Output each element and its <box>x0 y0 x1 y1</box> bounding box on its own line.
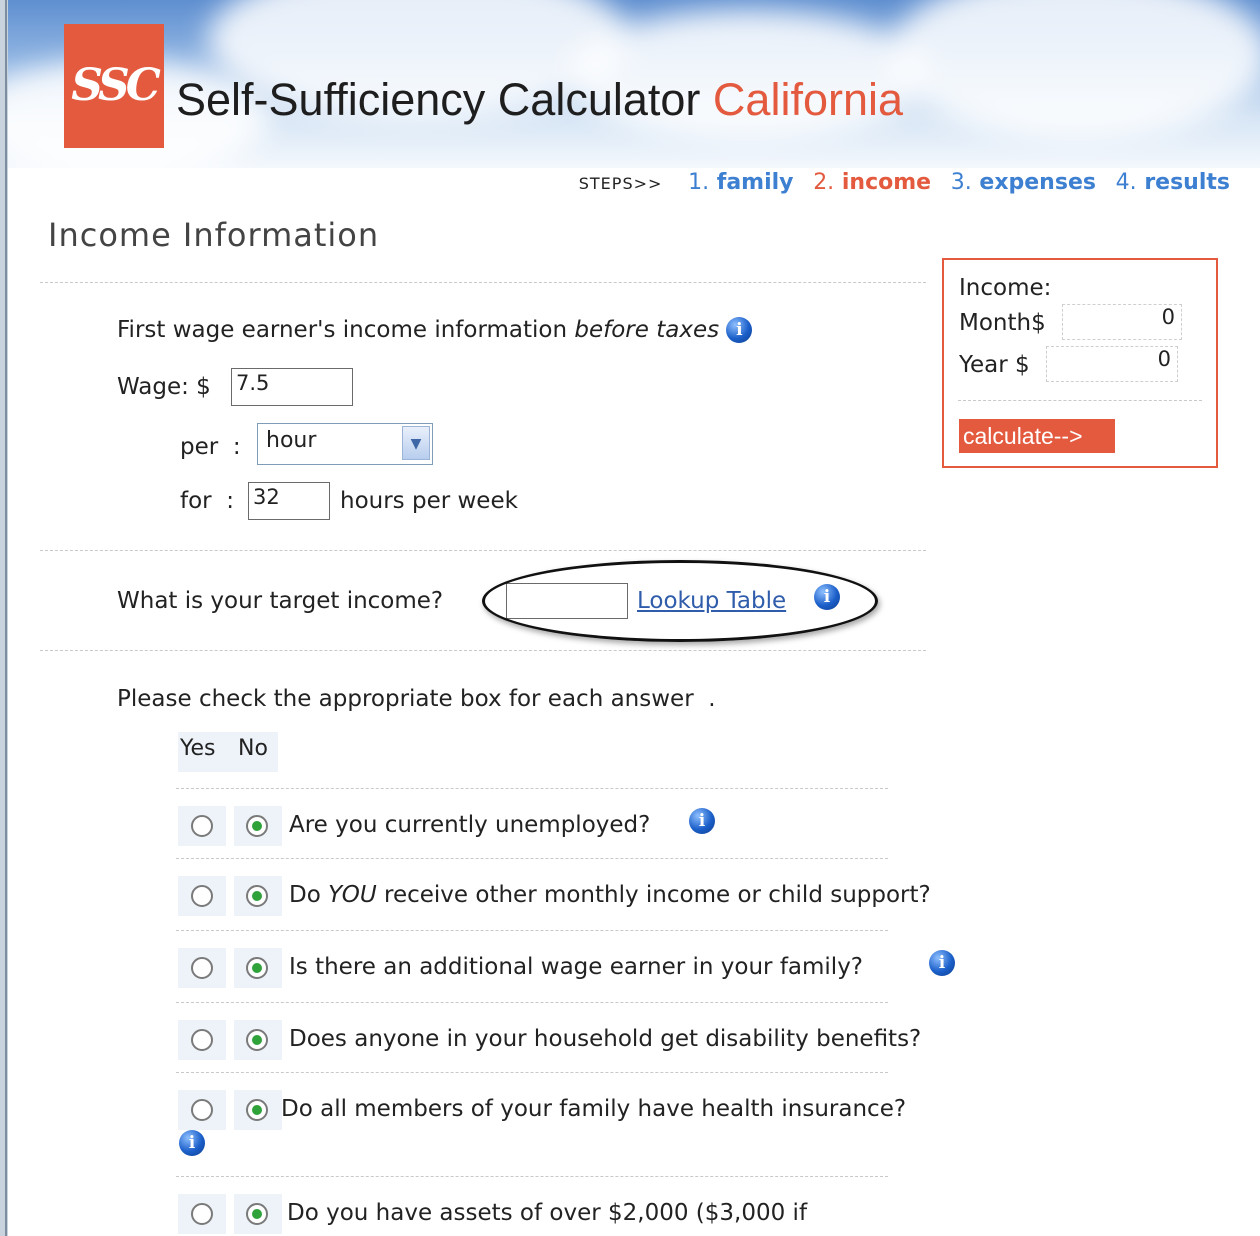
no-cell <box>234 948 282 988</box>
info-icon[interactable]: i <box>689 808 715 834</box>
no-cell <box>234 806 282 846</box>
page-title: Income Information <box>48 216 380 254</box>
per-select[interactable]: hour ▼ <box>257 423 433 465</box>
q-disability-yes-radio[interactable] <box>191 1029 213 1051</box>
highlight-annotation <box>482 560 878 642</box>
divider <box>176 1176 888 1177</box>
site-title: Self-Sufficiency Calculator California <box>176 74 904 125</box>
question-text: Does anyone in your household get disabi… <box>289 1026 922 1052</box>
divider <box>176 1072 888 1073</box>
for-label: for : <box>180 488 234 514</box>
divider <box>176 930 888 931</box>
q-health-insurance-no-radio[interactable] <box>246 1099 268 1121</box>
target-question: What is your target income? <box>117 588 444 614</box>
hours-input[interactable]: 32 <box>248 482 330 520</box>
q-assets-yes-radio[interactable] <box>191 1203 213 1225</box>
divider <box>176 858 888 859</box>
divider <box>40 550 926 551</box>
info-icon[interactable]: i <box>179 1130 205 1156</box>
question-text: Is there an additional wage earner in yo… <box>289 954 864 980</box>
divider <box>176 788 888 789</box>
steps-label: STEPS>> <box>578 174 663 193</box>
wage-intro: First wage earner's income information b… <box>117 317 753 343</box>
no-cell <box>234 1194 282 1234</box>
yes-cell <box>178 1194 226 1234</box>
hours-suffix: hours per week <box>340 488 518 514</box>
site-title-state: California <box>712 74 904 125</box>
q-unemployed-yes-radio[interactable] <box>191 815 213 837</box>
wage-input[interactable]: 7.5 <box>231 368 353 406</box>
step-family[interactable]: 1. family <box>688 170 793 195</box>
question-text: Are you currently unemployed? <box>289 812 651 838</box>
yes-no-header: Yes No <box>178 732 278 772</box>
step-income[interactable]: 2. income <box>813 170 931 195</box>
question-text: Do you have assets of over $2,000 ($3,00… <box>287 1200 808 1226</box>
calculate-button[interactable]: calculate--> <box>959 419 1115 453</box>
no-cell <box>234 1090 282 1130</box>
steps-nav: STEPS>> 1. family 2. income 3. expenses … <box>579 170 1230 195</box>
q-other-income-yes-radio[interactable] <box>191 885 213 907</box>
yes-cell <box>178 1020 226 1060</box>
divider <box>176 1002 888 1003</box>
year-income-output: 0 <box>1046 346 1178 382</box>
q-additional-earner-yes-radio[interactable] <box>191 957 213 979</box>
month-label: Month$ <box>959 310 1046 336</box>
yes-header: Yes <box>180 736 216 761</box>
year-label: Year $ <box>959 352 1030 378</box>
q-assets-no-radio[interactable] <box>246 1203 268 1225</box>
per-label: per : <box>180 434 241 460</box>
step-expenses[interactable]: 3. expenses <box>951 170 1096 195</box>
income-title: Income: <box>959 275 1052 301</box>
no-cell <box>234 876 282 916</box>
info-icon[interactable]: i <box>726 317 753 343</box>
yes-cell <box>178 876 226 916</box>
q-additional-earner-no-radio[interactable] <box>246 957 268 979</box>
yes-cell <box>178 1090 226 1130</box>
divider <box>40 650 926 651</box>
question-text: Do YOU receive other monthly income or c… <box>289 882 931 908</box>
yes-cell <box>178 806 226 846</box>
chevron-down-icon[interactable]: ▼ <box>402 426 430 460</box>
header-banner: SSC Self-Sufficiency Calculator Californ… <box>8 0 1260 168</box>
q-other-income-no-radio[interactable] <box>246 885 268 907</box>
questions-instruction: Please check the appropriate box for eac… <box>117 686 716 712</box>
wage-label: Wage: $ <box>117 374 211 400</box>
question-text: Do all members of your family have healt… <box>281 1096 907 1122</box>
window-border <box>0 0 8 1236</box>
per-select-value: hour <box>266 428 317 453</box>
q-unemployed-no-radio[interactable] <box>246 815 268 837</box>
divider <box>958 400 1202 401</box>
q-disability-no-radio[interactable] <box>246 1029 268 1051</box>
step-results[interactable]: 4. results <box>1116 170 1230 195</box>
no-cell <box>234 1020 282 1060</box>
info-icon[interactable]: i <box>929 950 955 976</box>
q-health-insurance-yes-radio[interactable] <box>191 1099 213 1121</box>
divider <box>40 282 926 283</box>
yes-cell <box>178 948 226 988</box>
ssc-logo: SSC <box>64 24 164 148</box>
no-header: No <box>238 736 268 761</box>
month-income-output: 0 <box>1062 304 1182 340</box>
